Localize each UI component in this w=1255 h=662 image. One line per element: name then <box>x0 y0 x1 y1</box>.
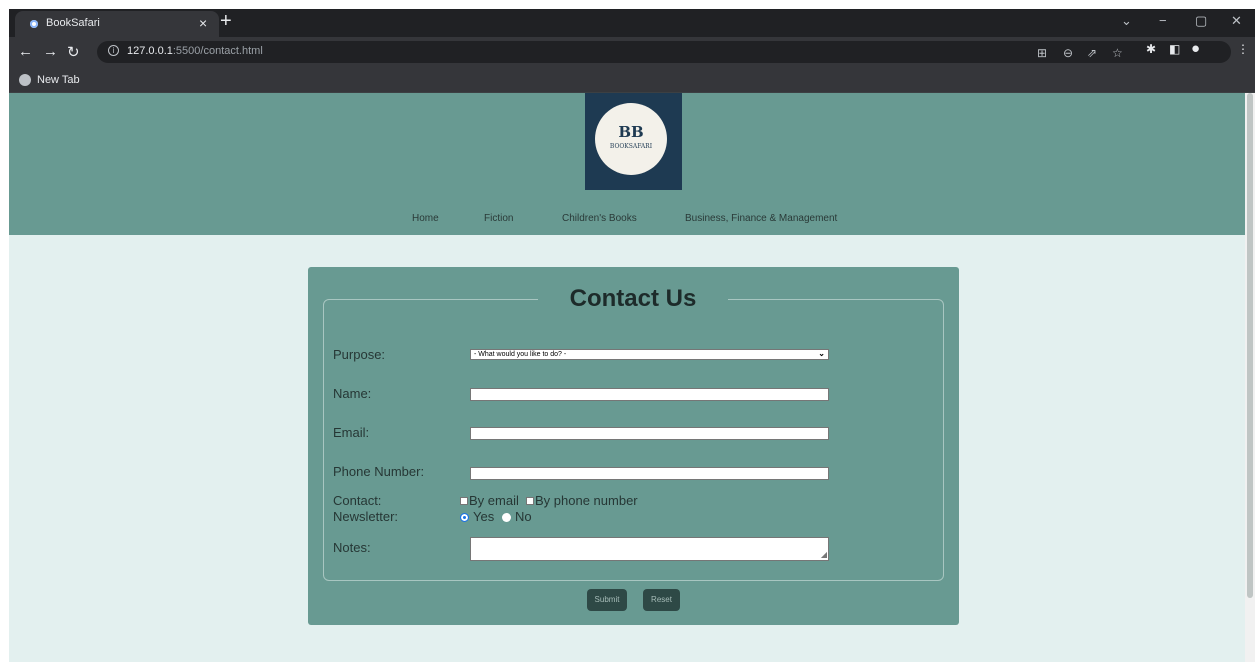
back-icon[interactable]: ← <box>18 43 33 60</box>
translate-icon[interactable]: ⊞ <box>1037 46 1047 60</box>
tab-search-icon[interactable]: ⌄ <box>1121 13 1132 29</box>
globe-icon <box>19 74 31 86</box>
name-label: Name: <box>333 386 372 401</box>
newsletter-no-label: No <box>515 509 532 524</box>
logo-badge: BB BOOKSAFARI <box>598 106 664 172</box>
zoom-icon[interactable]: ⊖ <box>1063 46 1073 60</box>
name-input[interactable] <box>470 388 829 401</box>
forward-icon[interactable]: → <box>43 43 58 60</box>
purpose-select-value: - What would you like to do? - <box>474 351 567 358</box>
resize-grip-icon[interactable]: ◢ <box>821 551 827 559</box>
nav-home[interactable]: Home <box>412 213 439 224</box>
newsletter-yes-label: Yes <box>473 509 495 524</box>
contact-email-checkbox[interactable] <box>460 497 468 505</box>
sidepanel-icon[interactable]: ◧ <box>1169 42 1180 56</box>
logo-wordmark: BOOKSAFARI <box>609 143 653 150</box>
star-icon[interactable]: ☆ <box>1112 46 1123 60</box>
bookmark-new-tab[interactable]: New Tab <box>37 74 80 86</box>
address-toolbar: ← → ↻ i 127.0.0.1:5500/contact.html ⊞ ⊖ … <box>9 37 1255 69</box>
scrollbar-thumb[interactable] <box>1247 93 1253 598</box>
minimize-icon[interactable]: − <box>1159 13 1167 28</box>
bookmarks-bar: New Tab <box>9 69 1255 93</box>
tab-strip: BookSafari × + ⌄ − ▢ ✕ <box>9 9 1255 37</box>
nav-childrens-books[interactable]: Children's Books <box>562 213 637 224</box>
extensions-icon[interactable]: ✱ <box>1146 42 1156 56</box>
browser-tab[interactable]: BookSafari × <box>15 11 219 37</box>
reset-button[interactable]: Reset <box>643 589 680 611</box>
contact-email-label: By email <box>469 493 519 508</box>
share-icon[interactable]: ⇗ <box>1087 46 1097 60</box>
contact-label: Contact: <box>333 493 382 508</box>
close-tab-button[interactable]: × <box>199 15 207 31</box>
reload-icon[interactable]: ↻ <box>67 43 80 61</box>
newsletter-yes-radio[interactable] <box>460 513 469 522</box>
close-window-icon[interactable]: ✕ <box>1231 13 1242 29</box>
page-scrollbar[interactable] <box>1245 93 1255 662</box>
purpose-label: Purpose: <box>333 347 386 362</box>
favicon-icon <box>30 20 38 28</box>
notes-label: Notes: <box>333 540 371 555</box>
email-label: Email: <box>333 425 370 440</box>
phone-input[interactable] <box>470 467 829 480</box>
purpose-select[interactable]: - What would you like to do? - ⌄ <box>470 349 829 360</box>
phone-label: Phone Number: <box>333 464 425 479</box>
profile-icon[interactable]: ● <box>1191 40 1200 57</box>
info-icon[interactable]: i <box>108 45 119 56</box>
contact-phone-label: By phone number <box>535 493 638 508</box>
menu-icon[interactable]: ⋮ <box>1237 42 1249 56</box>
address-bar[interactable]: i 127.0.0.1:5500/contact.html ⊞ ⊖ ⇗ ☆ <box>97 41 1231 63</box>
restore-icon[interactable]: ▢ <box>1195 13 1207 29</box>
contact-phone-checkbox[interactable] <box>526 497 534 505</box>
new-tab-button[interactable]: + <box>220 10 232 33</box>
site-header: BB BOOKSAFARI Home Fiction Children's Bo… <box>9 93 1245 235</box>
url-path: :5500/contact.html <box>172 45 263 57</box>
email-input[interactable] <box>470 427 829 440</box>
chevron-down-icon: ⌄ <box>818 349 825 358</box>
newsletter-label: Newsletter: <box>333 509 399 524</box>
form-title: Contact Us <box>538 283 728 315</box>
site-logo[interactable]: BB BOOKSAFARI <box>585 93 682 190</box>
url-text[interactable]: 127.0.0.1:5500/contact.html <box>127 45 263 57</box>
tab-title: BookSafari <box>46 17 100 29</box>
url-host: 127.0.0.1 <box>127 45 173 57</box>
contact-form: Contact Us Purpose: - What would you lik… <box>308 267 959 625</box>
nav-business[interactable]: Business, Finance & Management <box>685 213 837 224</box>
newsletter-no-radio[interactable] <box>502 513 511 522</box>
page-viewport: BB BOOKSAFARI Home Fiction Children's Bo… <box>9 93 1255 662</box>
notes-textarea[interactable]: ◢ <box>470 537 829 561</box>
nav-fiction[interactable]: Fiction <box>484 213 513 224</box>
submit-button[interactable]: Submit <box>587 589 627 611</box>
logo-monogram: BB <box>618 123 644 141</box>
browser-window: BookSafari × + ⌄ − ▢ ✕ ← → ↻ i 127.0.0.1… <box>9 9 1255 662</box>
